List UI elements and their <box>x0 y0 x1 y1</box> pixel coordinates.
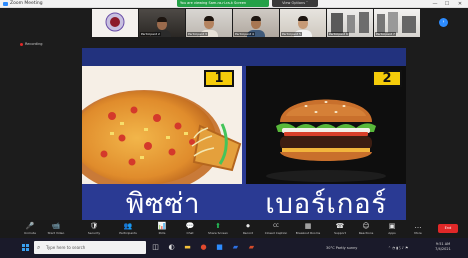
edge-browser-icon[interactable]: ◐ <box>166 242 177 253</box>
participant-name: Participant 4 <box>234 32 255 36</box>
smiley-icon: ☺ <box>362 222 370 230</box>
next-page-button[interactable]: › <box>439 18 448 27</box>
tray-icons[interactable]: ⌃ ◔ ▮ ⟆ ♪ ⚑ <box>388 238 408 258</box>
tool-label: Start Video <box>47 231 65 235</box>
record-button[interactable]: ⏺ Record <box>236 221 260 237</box>
university-seal-icon <box>105 12 125 32</box>
number-badge: 1 <box>204 70 234 87</box>
sharing-banner: You are viewing Sam-ra-ri-ra-k Screen <box>177 0 269 7</box>
participant-strip: Participant 2 Participant 3 Participant … <box>92 9 420 37</box>
participants-button[interactable]: 👥 Participants <box>116 221 140 237</box>
screen: Zoom Meeting — ☐ ✕ You are viewing Sam-r… <box>0 0 468 258</box>
apps-button[interactable]: ▣ Apps <box>380 221 404 237</box>
clock-date: 7/4/2021 <box>435 247 451 251</box>
record-icon: ⏺ <box>246 222 250 230</box>
apps-icon: ▣ <box>388 222 396 230</box>
pizza-panel: 1 <box>82 66 242 184</box>
breakout-rooms-button[interactable]: ▦ Breakout Rooms <box>296 221 321 237</box>
windows-start-icon[interactable] <box>22 244 29 251</box>
search-icon: ⌕ <box>37 244 41 251</box>
support-button[interactable]: ☎ Support <box>328 221 352 237</box>
zoom-logo-icon <box>3 2 8 6</box>
tool-label: Breakout Rooms <box>295 231 321 235</box>
minimize-button[interactable]: — <box>430 0 440 8</box>
participant-tile[interactable]: Participant 5 <box>280 9 326 37</box>
share-screen-icon: ⬆ <box>215 222 221 230</box>
participant-tile[interactable]: Participant 6 <box>327 9 373 37</box>
people-icon: 👥 <box>123 222 133 230</box>
task-view-icon[interactable]: ◫ <box>150 242 161 253</box>
tool-label: Closed Caption <box>264 231 288 235</box>
chat-button[interactable]: 💬 Chat <box>178 221 202 237</box>
security-button[interactable]: 🛡 Security <box>82 221 106 237</box>
closed-caption-button[interactable]: CC Closed Caption <box>264 221 288 237</box>
video-camera-icon: 📹 <box>51 222 61 230</box>
tool-label: Security <box>87 231 101 235</box>
share-screen-button[interactable]: ⬆ Share Screen <box>206 221 230 237</box>
end-meeting-button[interactable]: End <box>438 224 458 233</box>
participant-name: Participant 7 <box>375 32 396 36</box>
number-badge: 2 <box>372 70 402 87</box>
caption-burger: เบอร์เกอร์ <box>265 187 387 220</box>
windows-taskbar: ⌕ Type here to search ◫ ◐ ▬ ● ■ ▰ ▰ 30°C… <box>0 238 468 258</box>
weather-widget[interactable]: 30°C Partly sunny <box>326 238 357 258</box>
taskbar-clock[interactable]: 9:51 AM 7/4/2021 <box>428 242 458 252</box>
maximize-button[interactable]: ☐ <box>442 0 452 8</box>
participant-name: Participant 3 <box>187 32 208 36</box>
shared-screen: 1 2 พิซซ่า เบอร์เกอร์ <box>82 48 406 224</box>
shield-icon: 🛡 <box>89 222 99 230</box>
powerpoint-icon[interactable]: ▰ <box>246 242 257 253</box>
window-title: Zoom Meeting <box>10 1 43 6</box>
bar-chart-icon: 📊 <box>157 222 167 230</box>
slide-header <box>82 48 406 66</box>
start-video-button[interactable]: 📹 Start Video <box>44 221 68 237</box>
close-button[interactable]: ✕ <box>455 0 465 8</box>
chrome-icon[interactable]: ● <box>198 242 209 253</box>
polls-button[interactable]: 📊 Polls <box>150 221 174 237</box>
participant-tile[interactable] <box>92 9 138 37</box>
taskbar-search-input[interactable]: ⌕ Type here to search <box>34 241 146 254</box>
recording-label: Recording <box>25 42 43 46</box>
microphone-icon: 🎤 <box>25 222 35 230</box>
word-icon[interactable]: ▰ <box>230 242 241 253</box>
view-options-button[interactable]: View Options ˅ <box>272 0 318 7</box>
ellipsis-icon: … <box>414 222 422 230</box>
participant-tile[interactable]: Participant 4 <box>233 9 279 37</box>
tool-label: More <box>414 231 422 235</box>
search-placeholder: Type here to search <box>46 245 86 250</box>
participant-tile[interactable]: Participant 7 <box>374 9 420 37</box>
recording-indicator[interactable]: Recording <box>20 42 43 46</box>
file-explorer-icon[interactable]: ▬ <box>182 242 193 253</box>
slide-captions: พิซซ่า เบอร์เกอร์ <box>82 184 406 224</box>
burger-panel: 2 <box>246 66 406 184</box>
unmute-button[interactable]: 🎤 Unmute <box>18 221 42 237</box>
grid-icon: ▦ <box>304 222 312 230</box>
tool-label: Participants <box>119 231 137 235</box>
participant-name: Participant 5 <box>281 32 302 36</box>
participant-tile[interactable]: Participant 3 <box>186 9 232 37</box>
recording-dot-icon <box>20 42 23 46</box>
participant-tile[interactable]: Participant 2 <box>139 9 185 37</box>
phone-icon: ☎ <box>335 222 345 230</box>
chat-bubble-icon: 💬 <box>185 222 195 230</box>
closed-caption-icon: CC <box>273 223 279 228</box>
participant-name: Participant 2 <box>140 32 161 36</box>
zoom-app-icon[interactable]: ■ <box>214 242 225 253</box>
participant-name: Participant 6 <box>328 32 349 36</box>
more-button[interactable]: … More <box>406 221 430 237</box>
zoom-meeting-window: Zoom Meeting — ☐ ✕ You are viewing Sam-r… <box>0 0 468 238</box>
meeting-toolbar: 🎤 Unmute 📹 Start Video 🛡 Security 👥 Part… <box>0 220 468 238</box>
tool-label: Share Screen <box>208 231 228 235</box>
reactions-button[interactable]: ☺ Reactions <box>354 221 378 237</box>
caption-pizza: พิซซ่า <box>125 187 201 220</box>
